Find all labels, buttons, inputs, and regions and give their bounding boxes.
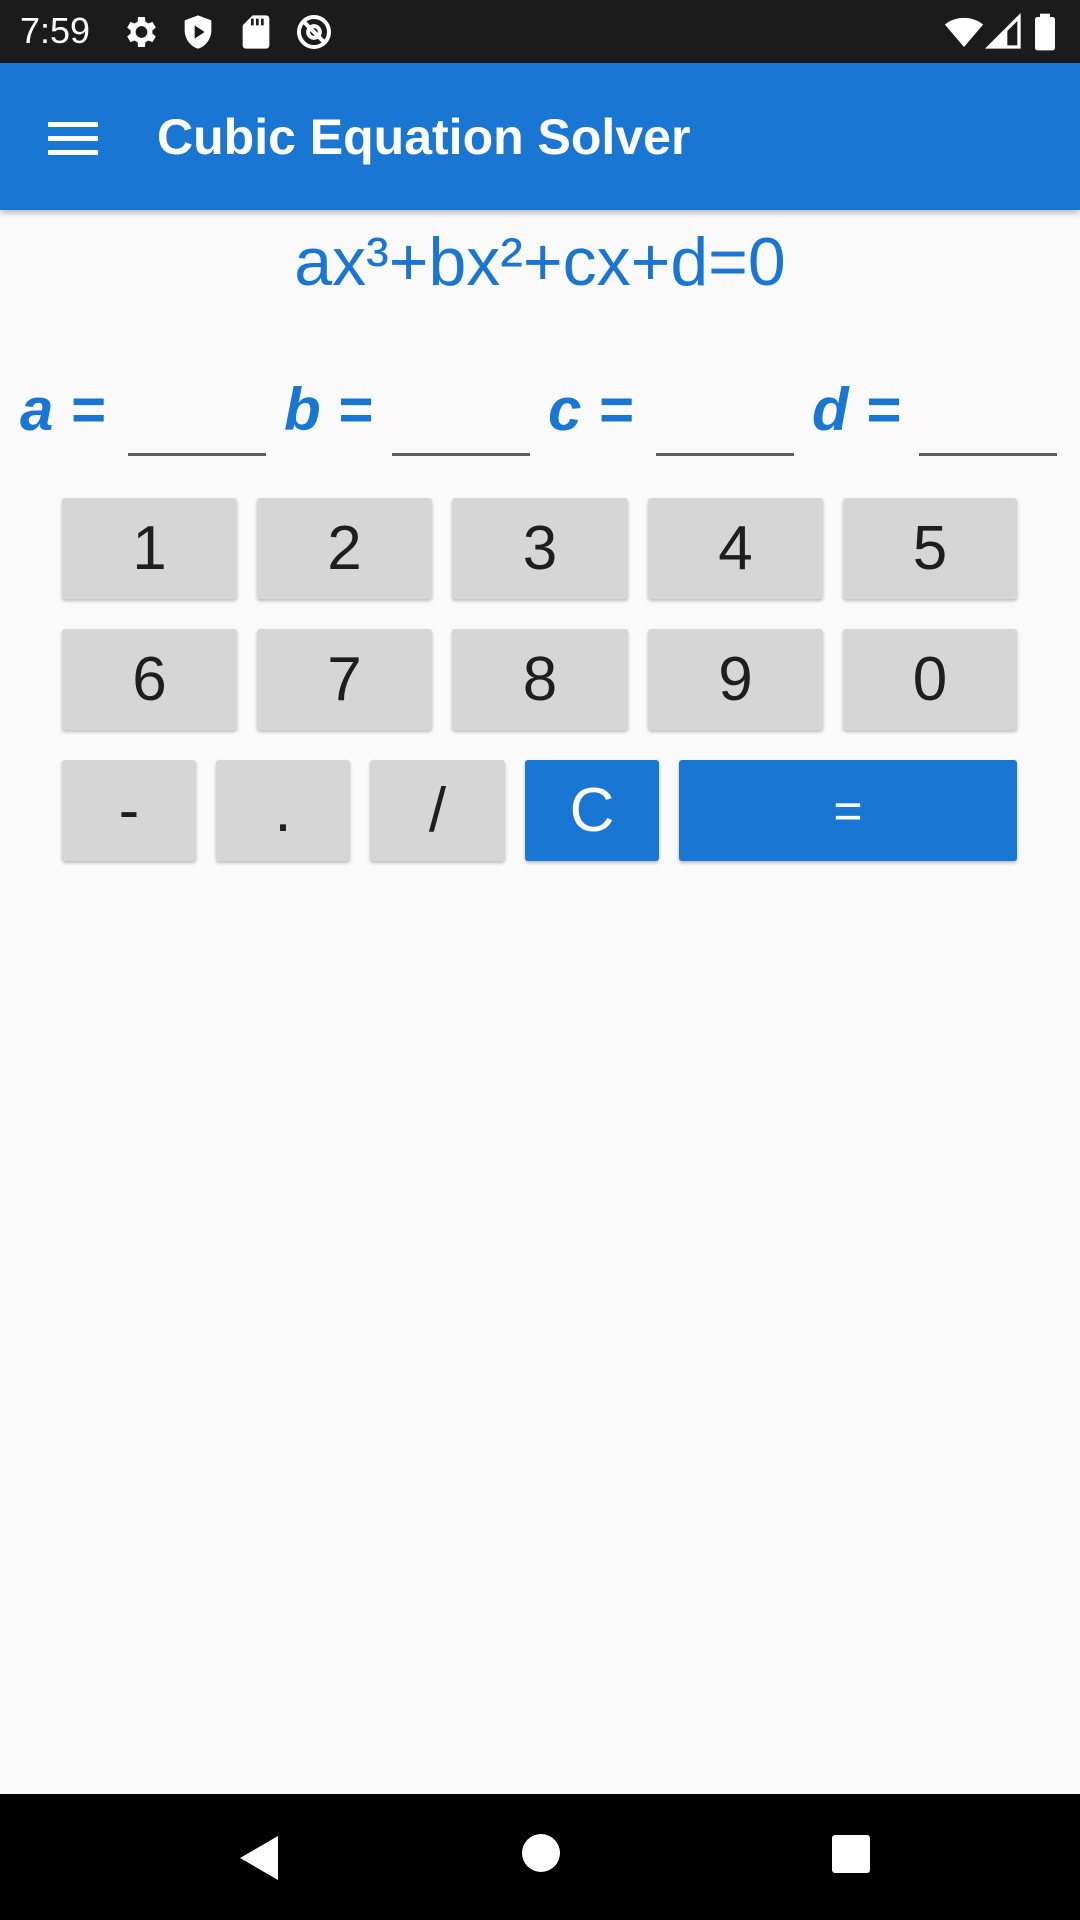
hamburger-menu-icon[interactable] bbox=[28, 103, 118, 173]
recents-icon[interactable] bbox=[832, 1835, 870, 1873]
equation-display: ax³+bx²+cx+d=0 bbox=[294, 224, 786, 300]
equals-button[interactable]: = bbox=[679, 760, 1017, 861]
key-minus-button[interactable]: - bbox=[62, 760, 196, 861]
app-title: Cubic Equation Solver bbox=[157, 109, 691, 165]
coef-c-input[interactable] bbox=[656, 380, 794, 456]
key-5-button[interactable]: 5 bbox=[843, 498, 1017, 599]
wifi-icon bbox=[944, 17, 984, 47]
sd-card-icon bbox=[242, 15, 270, 49]
coef-d-input[interactable] bbox=[919, 380, 1057, 456]
coef-b-input[interactable] bbox=[392, 380, 530, 456]
key-decimal-button[interactable]: . bbox=[216, 760, 350, 861]
key-1-button[interactable]: 1 bbox=[62, 498, 237, 599]
key-0-button[interactable]: 0 bbox=[843, 629, 1017, 730]
coef-a-label: a = bbox=[20, 376, 106, 443]
coef-a-input[interactable] bbox=[128, 380, 266, 456]
key-6-button[interactable]: 6 bbox=[62, 629, 237, 730]
clear-button[interactable]: C bbox=[525, 760, 659, 861]
status-bar: 7:59 bbox=[0, 0, 1080, 63]
key-3-button[interactable]: 3 bbox=[452, 498, 628, 599]
cell-signal-icon bbox=[984, 12, 1021, 49]
home-icon[interactable] bbox=[522, 1834, 560, 1872]
key-slash-button[interactable]: / bbox=[370, 760, 505, 861]
battery-icon bbox=[1035, 13, 1055, 51]
key-4-button[interactable]: 4 bbox=[648, 498, 823, 599]
coef-c-label: c = bbox=[548, 376, 634, 443]
key-8-button[interactable]: 8 bbox=[452, 629, 628, 730]
status-time: 7:59 bbox=[20, 10, 91, 51]
navigation-bar bbox=[0, 1794, 1080, 1920]
coef-b-label: b = bbox=[284, 376, 373, 443]
key-7-button[interactable]: 7 bbox=[257, 629, 432, 730]
coef-d-label: d = bbox=[812, 376, 901, 443]
key-9-button[interactable]: 9 bbox=[648, 629, 823, 730]
gear-icon bbox=[127, 17, 156, 47]
no-location-icon bbox=[297, 15, 331, 49]
app-bar: Cubic Equation Solver bbox=[0, 63, 1080, 210]
shield-play-icon bbox=[184, 15, 212, 49]
back-icon[interactable] bbox=[236, 1834, 280, 1882]
key-2-button[interactable]: 2 bbox=[257, 498, 432, 599]
